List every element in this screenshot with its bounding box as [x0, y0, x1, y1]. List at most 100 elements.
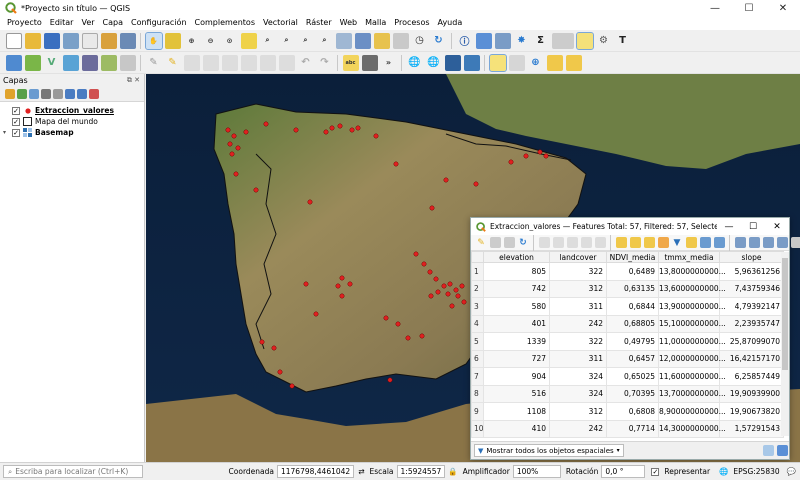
column-header[interactable]: landcover — [549, 251, 607, 263]
table-row[interactable]: 6 727 311 0,6457 12,0000000000... 16,42157170 — [471, 349, 784, 368]
panel-float-close-icon[interactable]: ⧉ ✕ — [127, 76, 140, 85]
zoom-rubberband-icon[interactable]: ⊙ — [222, 33, 238, 49]
menu-ver[interactable]: Ver — [77, 16, 98, 30]
select-by-expression-icon[interactable] — [615, 237, 627, 248]
add-mesh-icon[interactable] — [62, 54, 79, 71]
layer-item-mapa-del-mundo[interactable]: ✓ Mapa del mundo — [0, 116, 144, 127]
menu-ayuda[interactable]: Ayuda — [434, 16, 467, 30]
layer-item-extraccion-valores[interactable]: ✓ Extraccion_valores — [0, 105, 144, 116]
menu-editar[interactable]: Editar — [46, 16, 78, 30]
processing-toolbox-icon[interactable]: ✸ — [514, 33, 530, 49]
menu-procesos[interactable]: Procesos — [390, 16, 433, 30]
toggle-editing-icon[interactable]: ✎ — [165, 55, 181, 71]
close-button[interactable]: ✕ — [766, 0, 800, 16]
copy-features-icon[interactable] — [278, 54, 295, 71]
temporal-icon[interactable]: ◷ — [412, 33, 428, 49]
text-annotation-icon[interactable]: T — [615, 33, 631, 49]
attribute-table-scrollbar[interactable] — [781, 252, 789, 436]
layout-manager-icon[interactable] — [100, 32, 117, 49]
extents-toggle-icon[interactable]: ⇄ — [358, 467, 364, 476]
remove-layer-icon[interactable] — [89, 88, 99, 99]
menu-configuracion[interactable]: Configuración — [127, 16, 191, 30]
annotation-icon[interactable]: ⚙ — [596, 33, 612, 49]
style-manager-icon[interactable] — [119, 32, 136, 49]
current-edits-icon[interactable]: ✎ — [146, 55, 162, 71]
zoom-layer-icon[interactable]: ⌕ — [279, 33, 295, 49]
maximize-button[interactable]: ☐ — [741, 222, 765, 232]
table-row[interactable]: 7 904 324 0,65025 11,6000000000... 6,25857449 — [471, 367, 784, 386]
scale-field[interactable]: 1:5924557 — [396, 465, 446, 478]
close-button[interactable]: ✕ — [765, 222, 789, 232]
filter-icon[interactable]: ▼ — [672, 237, 683, 248]
coordinate-field[interactable]: 1176798,4461042 — [276, 465, 355, 478]
paste-icon[interactable] — [594, 237, 606, 248]
globe-icon[interactable]: 🌐 — [407, 55, 423, 71]
redo-icon[interactable]: ↷ — [317, 55, 333, 71]
select-by-value-icon[interactable] — [508, 54, 525, 71]
layer-visibility-checkbox[interactable]: ✓ — [12, 128, 20, 137]
table-row[interactable]: 9 1108 312 0,6808 8,90000000000... 19,9067382… — [471, 402, 784, 421]
menu-web[interactable]: Web — [336, 16, 361, 30]
label-tool-icon[interactable]: abc — [342, 54, 359, 71]
label-settings-icon[interactable] — [361, 54, 378, 71]
globe-settings-icon[interactable]: 🌐 — [426, 55, 442, 71]
scrollbar-thumb[interactable] — [782, 258, 788, 370]
pan-icon[interactable]: ✋ — [144, 31, 163, 50]
save-project-icon[interactable] — [43, 32, 60, 49]
bookmark-icon[interactable] — [373, 32, 390, 49]
lock-scale-icon[interactable]: 🔒 — [448, 467, 457, 476]
menu-capa[interactable]: Capa — [99, 16, 127, 30]
cut-features-icon[interactable] — [259, 54, 276, 71]
filter-expression-icon[interactable] — [53, 88, 63, 99]
messages-icon[interactable]: 💬 — [787, 467, 796, 476]
toggle-editing-icon[interactable]: ✎ — [476, 237, 487, 248]
expand-arrow-icon[interactable]: ▾ — [3, 129, 12, 136]
menu-raster[interactable]: Ráster — [302, 16, 336, 30]
form-view-icon[interactable] — [762, 445, 774, 456]
crs-icon[interactable]: 🌐 — [719, 467, 728, 476]
add-delimited-icon[interactable] — [81, 54, 98, 71]
open-attribute-table-icon[interactable] — [475, 32, 492, 49]
table-row[interactable]: 8 516 324 0,70395 13,7000000000... 19,9093990… — [471, 384, 784, 403]
organize-columns-icon[interactable] — [762, 237, 774, 248]
refresh-icon[interactable]: ↻ — [431, 33, 447, 49]
table-row[interactable]: 4 401 242 0,68805 15,1000000000... 2,23935747 — [471, 314, 784, 333]
render-checkbox[interactable]: ✓ — [651, 467, 660, 476]
table-view-icon[interactable] — [776, 445, 788, 456]
table-row[interactable]: 5 1339 322 0,49795 11,0000000000... 25,870990… — [471, 332, 784, 351]
layer-style-icon[interactable] — [5, 88, 15, 99]
expand-all-icon[interactable] — [65, 88, 75, 99]
deselect-all-icon[interactable] — [657, 237, 669, 248]
menu-malla[interactable]: Malla — [361, 16, 390, 30]
add-raster-icon[interactable]: V — [44, 55, 60, 71]
conditional-formatting-icon[interactable] — [790, 237, 800, 248]
pan-to-selected-icon[interactable] — [699, 237, 711, 248]
collapse-all-icon[interactable] — [77, 88, 87, 99]
reload-table-icon[interactable]: ↻ — [518, 237, 529, 248]
copy-icon[interactable] — [580, 237, 592, 248]
delete-field-icon[interactable] — [748, 237, 760, 248]
field-calculator-icon[interactable] — [494, 32, 511, 49]
metasearch-icon[interactable] — [444, 54, 461, 71]
show-bookmarks-icon[interactable] — [392, 32, 409, 49]
crs-label[interactable]: EPSG:25830 — [733, 467, 779, 476]
layer-visibility-checkbox[interactable]: ✓ — [12, 106, 20, 115]
zoom-to-selected-icon[interactable] — [713, 237, 725, 248]
save-edits-icon[interactable] — [503, 237, 515, 248]
filter-legend-icon[interactable] — [41, 88, 51, 99]
select-location-icon[interactable] — [565, 54, 582, 71]
table-row[interactable]: 3 580 311 0,6844 13,9000000000... 4,79392147 — [471, 297, 784, 316]
layout-icon[interactable] — [81, 32, 98, 49]
zoom-full-icon[interactable] — [240, 32, 257, 49]
statistical-summary-icon[interactable]: Σ — [533, 33, 549, 49]
minimize-button[interactable]: — — [698, 0, 732, 16]
map-tips-icon[interactable] — [575, 31, 594, 50]
table-row[interactable]: 10 410 242 0,7714 14,3000000000... 1,57291543 — [471, 419, 784, 438]
multi-edit-icon[interactable] — [489, 237, 501, 248]
locator-search-input[interactable]: ⌕ Escriba para localizar (Ctrl+K) — [3, 465, 143, 478]
more-tools-icon[interactable]: » — [381, 55, 397, 71]
magnifier-field[interactable]: 100% — [512, 465, 561, 478]
cut-icon[interactable] — [566, 237, 578, 248]
menu-complementos[interactable]: Complementos — [191, 16, 259, 30]
new-project-icon[interactable] — [5, 32, 22, 49]
